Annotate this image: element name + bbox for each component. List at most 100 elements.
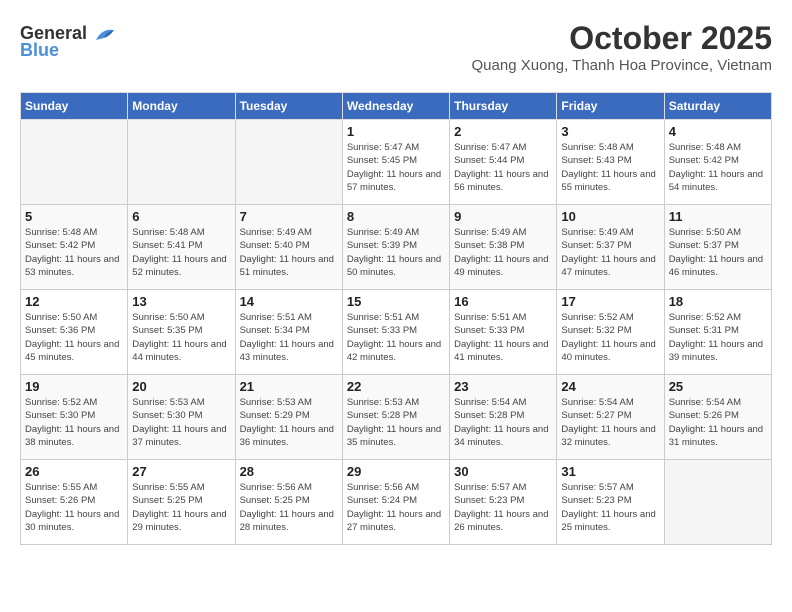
table-row: 13 Sunrise: 5:50 AMSunset: 5:35 PMDayligh… [128,290,235,375]
day-info: Sunrise: 5:50 AMSunset: 5:35 PMDaylight:… [132,311,230,364]
day-number: 7 [240,209,338,224]
day-info: Sunrise: 5:50 AMSunset: 5:37 PMDaylight:… [669,226,767,279]
day-info: Sunrise: 5:57 AMSunset: 5:23 PMDaylight:… [561,481,659,534]
day-number: 23 [454,379,552,394]
day-info: Sunrise: 5:51 AMSunset: 5:33 PMDaylight:… [347,311,445,364]
logo-bird-icon [94,26,116,42]
table-row: 23 Sunrise: 5:54 AMSunset: 5:28 PMDayligh… [450,375,557,460]
table-row: 24 Sunrise: 5:54 AMSunset: 5:27 PMDayligh… [557,375,664,460]
day-number: 22 [347,379,445,394]
day-info: Sunrise: 5:47 AMSunset: 5:45 PMDaylight:… [347,141,445,194]
day-info: Sunrise: 5:53 AMSunset: 5:28 PMDaylight:… [347,396,445,449]
day-number: 30 [454,464,552,479]
day-number: 14 [240,294,338,309]
day-info: Sunrise: 5:48 AMSunset: 5:42 PMDaylight:… [669,141,767,194]
day-number: 17 [561,294,659,309]
day-info: Sunrise: 5:49 AMSunset: 5:37 PMDaylight:… [561,226,659,279]
day-info: Sunrise: 5:48 AMSunset: 5:42 PMDaylight:… [25,226,123,279]
calendar-week-row: 1 Sunrise: 5:47 AMSunset: 5:45 PMDaylight… [21,120,772,205]
day-number: 29 [347,464,445,479]
calendar-week-row: 5 Sunrise: 5:48 AMSunset: 5:42 PMDaylight… [21,205,772,290]
day-info: Sunrise: 5:48 AMSunset: 5:43 PMDaylight:… [561,141,659,194]
day-info: Sunrise: 5:51 AMSunset: 5:33 PMDaylight:… [454,311,552,364]
table-row: 18 Sunrise: 5:52 AMSunset: 5:31 PMDayligh… [664,290,771,375]
logo: General Blue [20,24,116,61]
day-info: Sunrise: 5:54 AMSunset: 5:26 PMDaylight:… [669,396,767,449]
day-info: Sunrise: 5:54 AMSunset: 5:27 PMDaylight:… [561,396,659,449]
day-info: Sunrise: 5:55 AMSunset: 5:25 PMDaylight:… [132,481,230,534]
table-row: 2Sunrise: 5:47 AMSunset: 5:44 PMDaylight… [450,120,557,205]
header-wednesday: Wednesday [342,93,449,120]
calendar-subtitle: Quang Xuong, Thanh Hoa Province, Vietnam [20,57,772,74]
day-number: 18 [669,294,767,309]
table-row: 9 Sunrise: 5:49 AMSunset: 5:38 PMDaylight… [450,205,557,290]
day-info: Sunrise: 5:53 AMSunset: 5:29 PMDaylight:… [240,396,338,449]
table-row: 4 Sunrise: 5:48 AMSunset: 5:42 PMDaylight… [664,120,771,205]
day-info: Sunrise: 5:51 AMSunset: 5:34 PMDaylight:… [240,311,338,364]
day-number: 21 [240,379,338,394]
day-info: Sunrise: 5:53 AMSunset: 5:30 PMDaylight:… [132,396,230,449]
header-tuesday: Tuesday [235,93,342,120]
day-number: 9 [454,209,552,224]
table-row [664,460,771,545]
day-info: Sunrise: 5:47 AMSunset: 5:44 PMDaylight:… [454,141,552,194]
day-number: 4 [669,124,767,139]
calendar-week-row: 19Sunrise: 5:52 AMSunset: 5:30 PMDayligh… [21,375,772,460]
day-number: 10 [561,209,659,224]
day-info: Sunrise: 5:57 AMSunset: 5:23 PMDaylight:… [454,481,552,534]
day-number: 5 [25,209,123,224]
calendar-week-row: 26Sunrise: 5:55 AMSunset: 5:26 PMDayligh… [21,460,772,545]
table-row: 25 Sunrise: 5:54 AMSunset: 5:26 PMDayligh… [664,375,771,460]
table-row [21,120,128,205]
table-row: 27 Sunrise: 5:55 AMSunset: 5:25 PMDayligh… [128,460,235,545]
day-info: Sunrise: 5:48 AMSunset: 5:41 PMDaylight:… [132,226,230,279]
table-row: 15 Sunrise: 5:51 AMSunset: 5:33 PMDayligh… [342,290,449,375]
table-row: 12 Sunrise: 5:50 AMSunset: 5:36 PMDayligh… [21,290,128,375]
table-row: 11Sunrise: 5:50 AMSunset: 5:37 PMDayligh… [664,205,771,290]
page-header: General Blue October 2025 Quang Xuong, T… [20,20,772,84]
day-number: 3 [561,124,659,139]
header-saturday: Saturday [664,93,771,120]
table-row: 14 Sunrise: 5:51 AMSunset: 5:34 PMDayligh… [235,290,342,375]
header-friday: Friday [557,93,664,120]
calendar-title: October 2025 [20,20,772,57]
day-info: Sunrise: 5:49 AMSunset: 5:40 PMDaylight:… [240,226,338,279]
table-row: 30 Sunrise: 5:57 AMSunset: 5:23 PMDayligh… [450,460,557,545]
day-number: 8 [347,209,445,224]
table-row: 28 Sunrise: 5:56 AMSunset: 5:25 PMDayligh… [235,460,342,545]
table-row [235,120,342,205]
day-info: Sunrise: 5:56 AMSunset: 5:25 PMDaylight:… [240,481,338,534]
table-row: 1 Sunrise: 5:47 AMSunset: 5:45 PMDaylight… [342,120,449,205]
table-row: 31 Sunrise: 5:57 AMSunset: 5:23 PMDayligh… [557,460,664,545]
day-number: 12 [25,294,123,309]
weekday-header-row: Sunday Monday Tuesday Wednesday Thursday… [21,93,772,120]
day-number: 6 [132,209,230,224]
day-info: Sunrise: 5:52 AMSunset: 5:32 PMDaylight:… [561,311,659,364]
table-row: 7 Sunrise: 5:49 AMSunset: 5:40 PMDaylight… [235,205,342,290]
day-number: 13 [132,294,230,309]
day-info: Sunrise: 5:52 AMSunset: 5:31 PMDaylight:… [669,311,767,364]
day-number: 27 [132,464,230,479]
day-info: Sunrise: 5:52 AMSunset: 5:30 PMDaylight:… [25,396,123,449]
day-number: 28 [240,464,338,479]
table-row: 6 Sunrise: 5:48 AMSunset: 5:41 PMDaylight… [128,205,235,290]
calendar-week-row: 12 Sunrise: 5:50 AMSunset: 5:36 PMDayligh… [21,290,772,375]
table-row: 29Sunrise: 5:56 AMSunset: 5:24 PMDayligh… [342,460,449,545]
table-row [128,120,235,205]
day-number: 24 [561,379,659,394]
day-number: 31 [561,464,659,479]
day-info: Sunrise: 5:55 AMSunset: 5:26 PMDaylight:… [25,481,123,534]
day-number: 16 [454,294,552,309]
calendar-table: Sunday Monday Tuesday Wednesday Thursday… [20,92,772,545]
table-row: 19Sunrise: 5:52 AMSunset: 5:30 PMDayligh… [21,375,128,460]
day-info: Sunrise: 5:50 AMSunset: 5:36 PMDaylight:… [25,311,123,364]
table-row: 21 Sunrise: 5:53 AMSunset: 5:29 PMDayligh… [235,375,342,460]
day-number: 1 [347,124,445,139]
header-monday: Monday [128,93,235,120]
day-info: Sunrise: 5:49 AMSunset: 5:39 PMDaylight:… [347,226,445,279]
day-number: 25 [669,379,767,394]
day-info: Sunrise: 5:49 AMSunset: 5:38 PMDaylight:… [454,226,552,279]
day-info: Sunrise: 5:54 AMSunset: 5:28 PMDaylight:… [454,396,552,449]
table-row: 3 Sunrise: 5:48 AMSunset: 5:43 PMDaylight… [557,120,664,205]
day-number: 15 [347,294,445,309]
